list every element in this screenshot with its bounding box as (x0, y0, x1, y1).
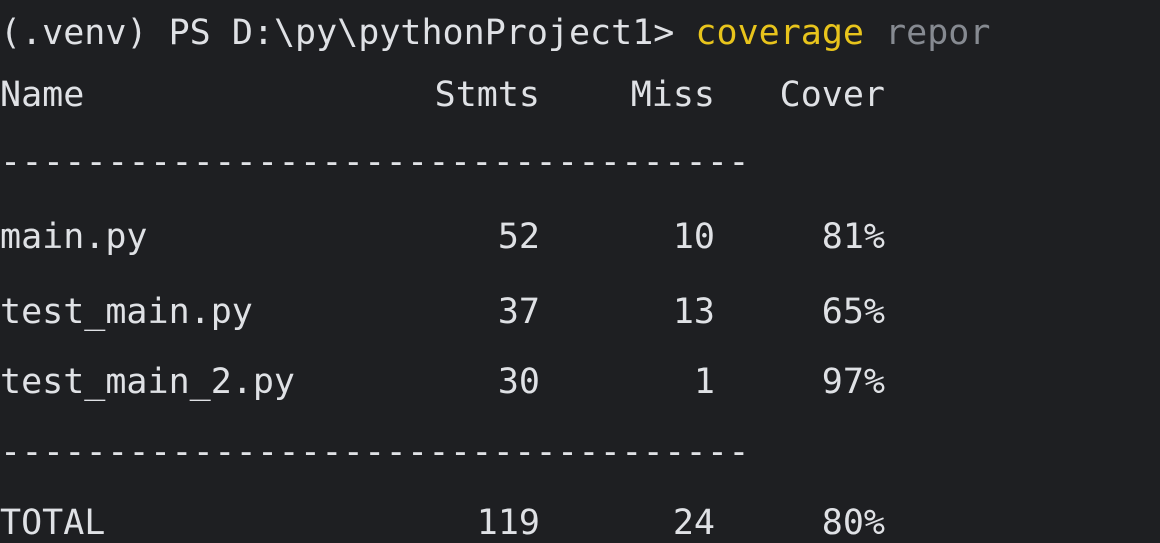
row-miss: 13 (672, 292, 715, 332)
command-argument: repor (885, 13, 991, 53)
row-miss: 10 (672, 217, 715, 257)
header-stmts: Stmts (434, 75, 540, 115)
venv-indicator: (.venv) (0, 13, 148, 53)
header-name: Name (0, 75, 85, 115)
total-stmts: 119 (476, 503, 540, 543)
shell-indicator: PS (168, 13, 211, 53)
row-name: test_main_2.py (0, 362, 296, 402)
row-stmts: 37 (497, 292, 540, 332)
total-miss: 24 (672, 503, 715, 543)
command-name: coverage (695, 13, 864, 53)
table-separator-bottom: ----------------------------------- (0, 432, 750, 472)
row-cover: 65% (821, 292, 885, 332)
row-stmts: 30 (497, 362, 540, 402)
row-name: test_main.py (0, 292, 253, 332)
row-cover: 81% (821, 217, 885, 257)
table-header-row: Name Stmts Miss Cover (0, 70, 885, 120)
table-separator-top: ----------------------------------- (0, 142, 750, 182)
header-cover: Cover (779, 75, 885, 115)
prompt-line: (.venv) PS D:\py\pythonProject1> coverag… (0, 8, 990, 58)
header-miss: Miss (630, 75, 715, 115)
table-row: test_main.py 37 13 65% (0, 287, 885, 337)
row-stmts: 52 (497, 217, 540, 257)
row-name: main.py (0, 217, 148, 257)
row-cover: 97% (821, 362, 885, 402)
total-name: TOTAL (0, 503, 106, 543)
table-row: main.py 52 10 81% (0, 212, 885, 262)
table-row: test_main_2.py 30 1 97% (0, 357, 885, 407)
row-miss: 1 (693, 362, 715, 402)
total-cover: 80% (821, 503, 885, 543)
table-total-row: TOTAL 119 24 80% (0, 498, 885, 543)
current-path: D:\py\pythonProject1> (231, 13, 675, 53)
terminal-output[interactable]: (.venv) PS D:\py\pythonProject1> coverag… (0, 0, 1160, 543)
